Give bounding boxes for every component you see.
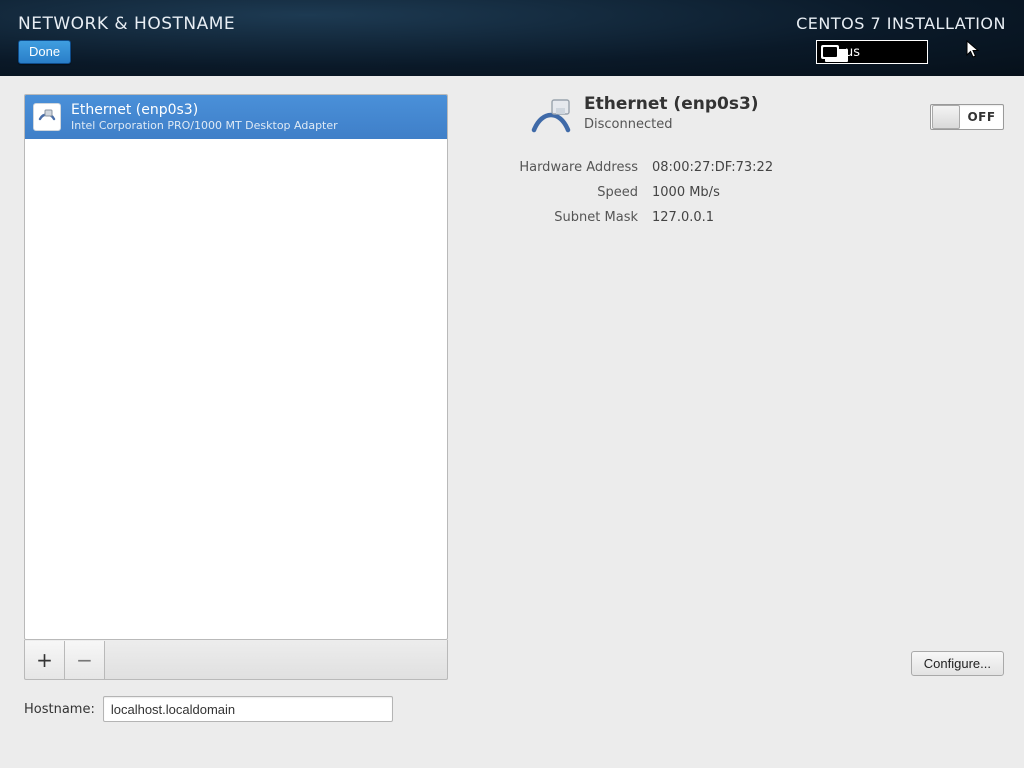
remove-device-button[interactable]: − xyxy=(65,641,105,679)
device-list-item-texts: Ethernet (enp0s3) Intel Corporation PRO/… xyxy=(71,102,338,132)
help-area xyxy=(936,40,1006,64)
hostname-label: Hostname: xyxy=(24,702,95,717)
add-device-button[interactable]: + xyxy=(25,641,65,679)
network-toggle[interactable]: OFF xyxy=(930,104,1004,130)
device-adapter: Intel Corporation PRO/1000 MT Desktop Ad… xyxy=(71,119,338,132)
device-name: Ethernet (enp0s3) xyxy=(71,102,338,119)
network-status: Disconnected xyxy=(584,117,759,132)
installer-title: CENTOS 7 INSTALLATION xyxy=(796,14,1006,33)
network-details: Hardware Address 08:00:27:DF:73:22 Speed… xyxy=(468,160,1006,225)
network-title: Ethernet (enp0s3) xyxy=(584,94,759,114)
hostname-input[interactable] xyxy=(103,696,393,722)
left-column: Ethernet (enp0s3) Intel Corporation PRO/… xyxy=(24,94,448,680)
toggle-label: OFF xyxy=(960,110,1003,124)
hw-address-value: 08:00:27:DF:73:22 xyxy=(652,160,1006,175)
device-list-toolbar: + − xyxy=(24,640,448,680)
keyboard-icon xyxy=(821,45,839,59)
done-button[interactable]: Done xyxy=(18,40,71,64)
speed-value: 1000 Mb/s xyxy=(652,185,1006,200)
ethernet-icon xyxy=(33,103,61,131)
page-title: NETWORK & HOSTNAME xyxy=(18,14,235,34)
configure-button[interactable]: Configure... xyxy=(911,651,1004,676)
device-list[interactable]: Ethernet (enp0s3) Intel Corporation PRO/… xyxy=(24,94,448,640)
hw-address-label: Hardware Address xyxy=(468,160,638,175)
header: NETWORK & HOSTNAME Done CENTOS 7 INSTALL… xyxy=(0,0,1024,76)
keyboard-layout-label: us xyxy=(845,45,860,60)
network-header-texts: Ethernet (enp0s3) Disconnected xyxy=(584,94,759,132)
keyboard-layout-selector[interactable]: us xyxy=(816,40,928,64)
device-list-item[interactable]: Ethernet (enp0s3) Intel Corporation PRO/… xyxy=(25,95,447,139)
speed-label: Speed xyxy=(468,185,638,200)
body: Ethernet (enp0s3) Intel Corporation PRO/… xyxy=(0,76,1024,686)
toggle-knob xyxy=(932,105,960,129)
subnet-value: 127.0.0.1 xyxy=(652,210,1006,225)
right-column: Ethernet (enp0s3) Disconnected OFF Hardw… xyxy=(468,94,1006,680)
ethernet-large-icon xyxy=(528,96,572,142)
subnet-label: Subnet Mask xyxy=(468,210,638,225)
hostname-row: Hostname: xyxy=(0,686,1024,722)
